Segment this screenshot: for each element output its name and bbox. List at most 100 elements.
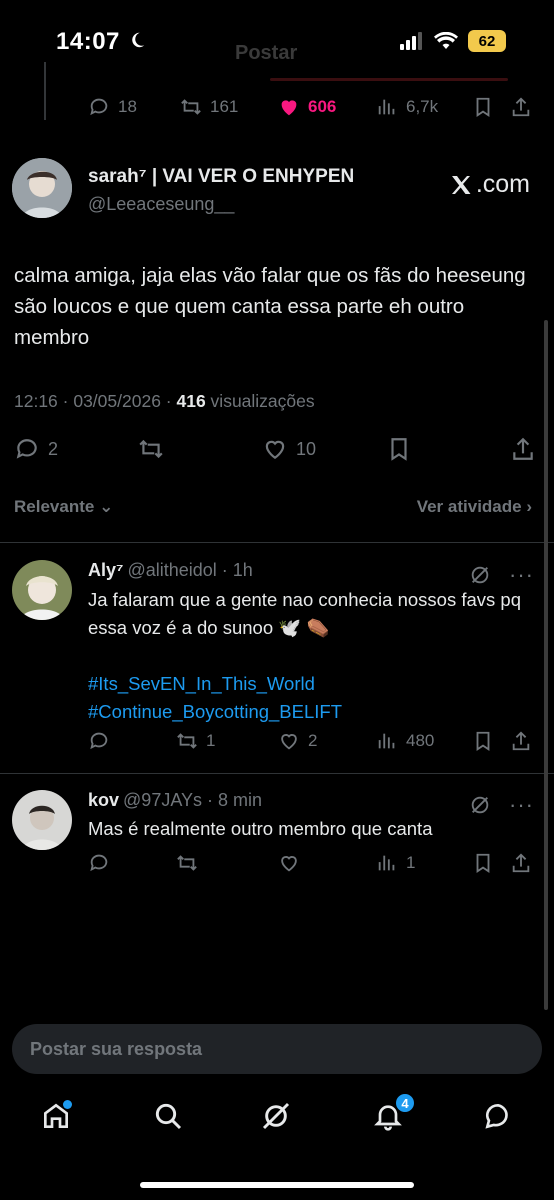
reply-compose-box[interactable]: [12, 1024, 542, 1074]
like-button[interactable]: 2: [278, 730, 317, 752]
share-button[interactable]: [510, 436, 536, 462]
like-count: 10: [296, 438, 317, 459]
avatar[interactable]: [12, 560, 72, 620]
reply-input[interactable]: [12, 1024, 542, 1074]
tab-home[interactable]: [38, 1098, 74, 1134]
bookmark-button[interactable]: [472, 852, 494, 874]
chat-bubble-icon: [485, 1103, 508, 1129]
sort-dropdown[interactable]: Relevante ⌄: [14, 497, 113, 517]
repost-icon: [177, 855, 197, 871]
activity-label: Ver atividade: [416, 497, 522, 516]
author-name[interactable]: kov: [88, 790, 119, 810]
reply-button[interactable]: [88, 852, 110, 874]
reply-icon: [90, 854, 108, 872]
share-icon: [512, 853, 530, 873]
reply-button[interactable]: [88, 730, 110, 752]
reply-count: 2: [48, 438, 59, 459]
share-icon: [512, 97, 530, 117]
share-button[interactable]: [510, 730, 532, 752]
reply-icon: [16, 439, 37, 459]
hashtag-link[interactable]: #Its_SevEN_In_This_World: [88, 670, 528, 698]
heart-icon: [265, 440, 285, 459]
divider: [0, 773, 554, 774]
repost-button[interactable]: [138, 436, 164, 462]
bookmark-button[interactable]: [472, 96, 494, 118]
divider: [0, 542, 554, 543]
avatar-image: [12, 158, 72, 218]
views-button[interactable]: 1: [376, 852, 415, 874]
avatar[interactable]: [12, 790, 72, 850]
moon-icon: [132, 32, 145, 48]
views-count: 1: [406, 853, 416, 872]
reply-button[interactable]: 2: [14, 436, 58, 462]
tab-grok[interactable]: [258, 1098, 294, 1134]
reply-button[interactable]: 18: [88, 96, 137, 118]
like-button[interactable]: [278, 852, 300, 874]
views-count: 6,7k: [406, 97, 439, 116]
more-options-icon[interactable]: ···: [509, 562, 534, 588]
header-underline: [270, 78, 508, 81]
reply-header: kov @97JAYs · 8 min: [88, 790, 262, 811]
heart-filled-icon: [281, 100, 297, 116]
author-handle-time[interactable]: @97JAYs · 8 min: [123, 790, 262, 810]
repost-icon: [139, 439, 163, 459]
views-icon: [378, 855, 395, 871]
share-button[interactable]: [510, 96, 532, 118]
battery-indicator: 62: [468, 30, 506, 52]
like-button[interactable]: 10: [262, 436, 316, 462]
unread-dot: [63, 1100, 72, 1109]
x-watermark: .com: [449, 170, 530, 199]
views-button[interactable]: 480: [376, 730, 434, 752]
header-title: Postar: [235, 42, 298, 64]
x-logo-icon: [451, 175, 471, 194]
scrollbar[interactable]: [544, 320, 548, 1010]
status-indicators: 62: [400, 30, 506, 52]
status-bar: 14:07 62: [0, 0, 554, 80]
thread-line: [44, 62, 46, 120]
reply-text: Ja falaram que a gente nao conhecia noss…: [88, 589, 521, 638]
previous-post-actions: 18 161 606 6,7k: [88, 96, 530, 126]
reply-header-icons: ···: [469, 562, 534, 588]
tab-messages[interactable]: [480, 1098, 516, 1134]
views-label: visualizações: [205, 391, 315, 411]
share-button[interactable]: [510, 852, 532, 874]
repost-button[interactable]: 161: [180, 96, 238, 118]
grok-icon[interactable]: [469, 794, 491, 816]
avatar-image: [12, 790, 72, 850]
views-count: 416: [176, 391, 206, 411]
views-button[interactable]: 6,7k: [376, 96, 438, 118]
reply-icon: [90, 732, 108, 750]
post-timestamp[interactable]: 12:16 · 03/05/2026 ·: [14, 391, 176, 411]
bookmark-button[interactable]: [472, 730, 494, 752]
reply-icon: [90, 98, 108, 116]
author-handle[interactable]: @Leeaceseung__: [88, 194, 234, 215]
notification-badge: 4: [394, 1092, 416, 1114]
tab-notifications[interactable]: 4: [370, 1092, 416, 1134]
view-activity-link[interactable]: Ver atividade ›: [417, 497, 532, 517]
repost-icon: [181, 99, 201, 115]
share-icon: [512, 731, 530, 751]
repost-button[interactable]: 1: [176, 730, 215, 752]
hashtag-link[interactable]: #Continue_Boycotting_BELIFT: [88, 698, 528, 726]
author-name[interactable]: Aly⁷: [88, 560, 123, 580]
wifi-icon: [434, 32, 458, 49]
repost-button[interactable]: [176, 852, 198, 874]
avatar[interactable]: [12, 158, 72, 218]
reply-text: Mas é realmente outro membro que canta: [88, 818, 433, 839]
status-time: 14:07: [56, 28, 120, 55]
views-count: 480: [406, 731, 435, 750]
post-actions: 2 10: [0, 432, 554, 472]
chevron-down-icon: ⌄: [99, 497, 114, 516]
bookmark-button[interactable]: [386, 436, 412, 462]
author-handle-time[interactable]: @alitheidol · 1h: [127, 560, 252, 580]
reply-filter-row: Relevante ⌄ Ver atividade ›: [0, 495, 554, 525]
repost-icon: [177, 733, 197, 749]
search-icon: [155, 1103, 182, 1130]
watermark-text: .com: [475, 170, 530, 198]
author-name[interactable]: sarah⁷ | VAI VER O ENHYPEN: [88, 166, 354, 188]
bookmark-icon: [391, 438, 407, 461]
grok-icon[interactable]: [469, 564, 491, 586]
like-button[interactable]: 606: [278, 96, 336, 118]
reply-header: Aly⁷ @alitheidol · 1h: [88, 560, 253, 581]
tab-search[interactable]: [150, 1098, 186, 1134]
